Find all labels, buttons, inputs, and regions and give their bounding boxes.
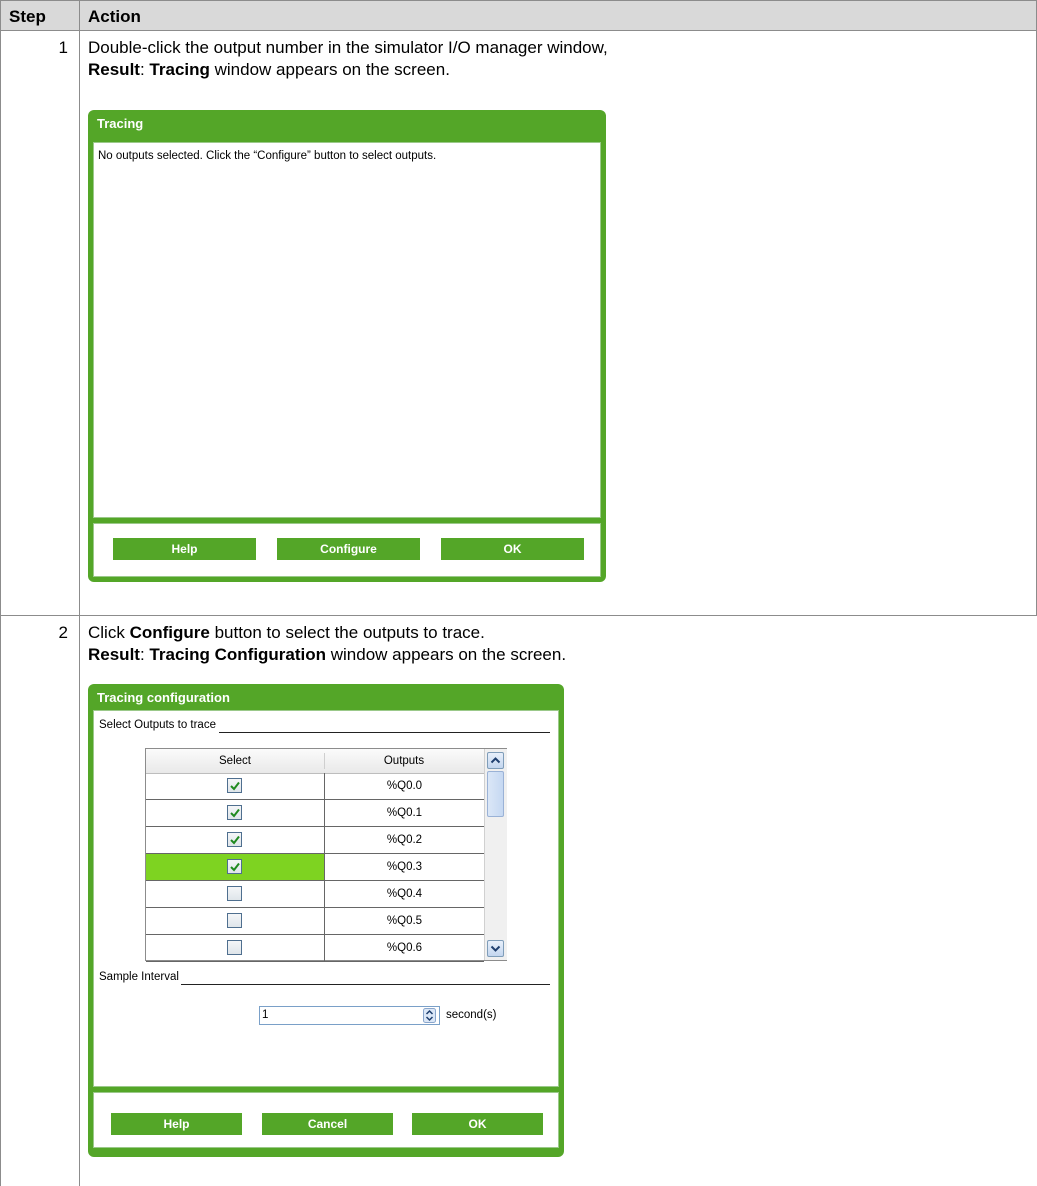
table-row[interactable]: %Q0.2 [146, 827, 484, 856]
sample-interval-spinbox[interactable]: 1 [259, 1006, 440, 1025]
select-cell [146, 827, 325, 854]
result-text: window appears on the screen. [326, 645, 567, 664]
column-header-select: Select [219, 755, 251, 767]
help-button[interactable]: Help [111, 1113, 242, 1135]
step-result: Result: Tracing window appears on the sc… [88, 60, 450, 79]
ok-button[interactable]: OK [441, 538, 584, 560]
outputs-grid: Select Outputs %Q0.0 %Q0.1 %Q0.2 %Q0.3 %Q0.4… [145, 748, 507, 964]
output-address: %Q0.1 [386, 807, 423, 819]
interval-unit-label: second(s) [446, 1009, 497, 1021]
tracing-content-area: No outputs selected. Click the “Configur… [93, 142, 601, 518]
checkmark-icon [230, 835, 240, 845]
configure-term: Configure [129, 623, 210, 642]
cancel-button[interactable]: Cancel [262, 1113, 393, 1135]
result-label: Result [88, 645, 140, 664]
config-content-area: Select Outputs to trace Select Outputs %… [93, 710, 559, 1087]
table-row[interactable]: %Q0.6 [146, 935, 484, 964]
output-address: %Q0.4 [386, 888, 423, 900]
output-select-checkbox[interactable] [227, 886, 242, 901]
window-title: Tracing configuration [97, 690, 230, 705]
table-border-left [0, 31, 1, 1186]
ok-button[interactable]: OK [412, 1113, 543, 1135]
output-cell: %Q0.2 [325, 827, 484, 854]
spinner-arrows-icon[interactable] [423, 1008, 436, 1023]
header-action: Action [88, 7, 141, 26]
group-interval-rule [181, 984, 550, 985]
select-cell [146, 881, 325, 908]
result-text: window appears on the screen. [209, 60, 450, 79]
result-window-name: Tracing [149, 60, 210, 79]
table-row[interactable]: %Q0.5 [146, 908, 484, 937]
result-window-name: Tracing Configuration [149, 645, 327, 664]
select-cell [146, 773, 325, 800]
header-action-cell: Action [79, 0, 1037, 31]
header-step: Step [9, 7, 46, 26]
output-address: %Q0.3 [386, 861, 423, 873]
scroll-up-button[interactable] [487, 752, 504, 769]
output-select-checkbox[interactable] [227, 832, 242, 847]
window-title: Tracing [97, 116, 144, 131]
tracing-configuration-window: Tracing configuration Select Outputs to … [88, 684, 564, 1157]
step-number: 2 [58, 623, 68, 642]
instruction-text: button to select the outputs to trace. [209, 623, 485, 642]
step-number: 1 [58, 38, 68, 57]
output-cell: %Q0.3 [325, 854, 484, 881]
configure-button[interactable]: Configure [277, 538, 420, 560]
checkmark-icon [230, 808, 240, 818]
scroll-thumb[interactable] [487, 771, 504, 817]
grid-header: Select Outputs [146, 749, 484, 774]
output-select-checkbox[interactable] [227, 940, 242, 955]
table-row[interactable]: %Q0.0 [146, 773, 484, 802]
output-cell: %Q0.6 [325, 935, 484, 962]
tracing-button-bar: Help Configure OK [93, 523, 601, 577]
select-cell [146, 854, 325, 881]
select-cell [146, 908, 325, 935]
output-address: %Q0.6 [386, 942, 423, 954]
step-result: Result: Tracing Configuration window app… [88, 645, 567, 664]
group-interval-label: Sample Interval [99, 971, 179, 983]
checkmark-icon [230, 781, 240, 791]
group-outputs-label: Select Outputs to trace [99, 719, 216, 731]
checkmark-icon [230, 862, 240, 872]
column-header-outputs: Outputs [383, 755, 425, 767]
output-address: %Q0.2 [386, 834, 423, 846]
result-label: Result [88, 60, 140, 79]
table-row[interactable]: %Q0.4 [146, 881, 484, 910]
output-address: %Q0.5 [386, 915, 423, 927]
procedure-table: Step Action 1 Double-click the output nu… [0, 0, 1037, 1186]
table-divider [79, 31, 80, 1186]
tracing-window: Tracing No outputs selected. Click the “… [88, 110, 606, 582]
instruction-text: Click [88, 623, 130, 642]
sample-interval-value: 1 [262, 1009, 269, 1021]
step-instruction: Click Configure button to select the out… [88, 623, 485, 643]
header-divider [324, 753, 325, 769]
no-outputs-message: No outputs selected. Click the “Configur… [98, 150, 437, 162]
output-cell: %Q0.4 [325, 881, 484, 908]
config-button-bar: Help Cancel OK [93, 1092, 559, 1148]
select-cell [146, 935, 325, 962]
output-cell: %Q0.1 [325, 800, 484, 827]
group-outputs-rule [219, 732, 550, 733]
chevron-up-icon [490, 757, 501, 764]
output-select-checkbox[interactable] [227, 859, 242, 874]
help-button[interactable]: Help [113, 538, 256, 560]
row-separator [0, 615, 1037, 616]
output-select-checkbox[interactable] [227, 805, 242, 820]
step-instruction: Double-click the output number in the si… [88, 38, 608, 57]
table-row[interactable]: %Q0.3 [146, 854, 484, 883]
output-cell: %Q0.0 [325, 773, 484, 800]
scroll-down-button[interactable] [487, 940, 504, 957]
vertical-scrollbar[interactable] [484, 749, 507, 960]
output-address: %Q0.0 [386, 780, 423, 792]
output-cell: %Q0.5 [325, 908, 484, 935]
table-row[interactable]: %Q0.1 [146, 800, 484, 829]
chevron-down-icon [490, 945, 501, 952]
select-cell [146, 800, 325, 827]
output-select-checkbox[interactable] [227, 913, 242, 928]
header-step-cell: Step [0, 0, 80, 31]
output-select-checkbox[interactable] [227, 778, 242, 793]
